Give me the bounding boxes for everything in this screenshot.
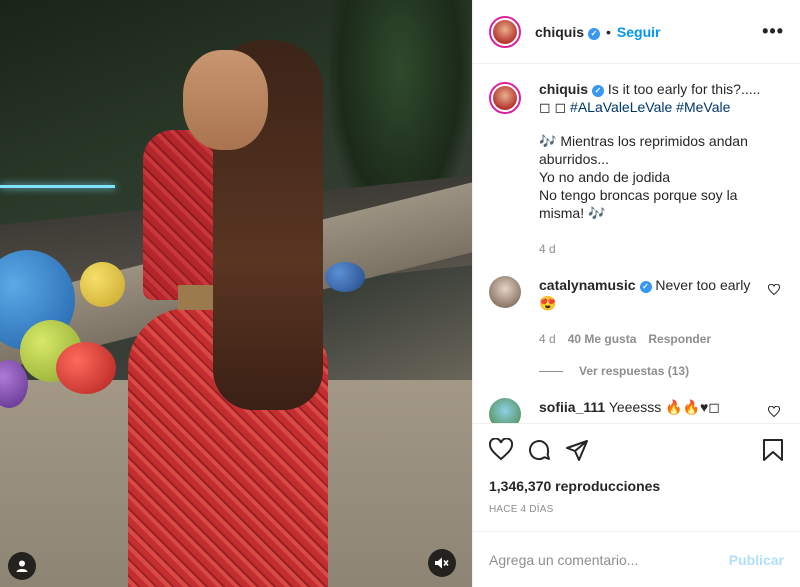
avatar[interactable]	[489, 15, 521, 48]
person	[118, 40, 338, 587]
missing-glyph: ◻	[554, 99, 567, 115]
view-replies-button[interactable]: Ver respuestas (13)	[539, 364, 784, 378]
share-button[interactable]	[565, 438, 589, 467]
missing-glyph: ◻	[539, 99, 551, 115]
replies-line	[539, 370, 563, 372]
comment-meta: 4 d 40 Me gusta Responder	[539, 330, 765, 348]
comment-age[interactable]: 4 d	[539, 332, 556, 346]
avatar[interactable]	[489, 398, 521, 423]
bookmark-icon	[763, 438, 783, 461]
caption-text: Is it too early for this?.....	[607, 81, 761, 97]
save-button[interactable]	[762, 438, 784, 467]
user-tag-icon	[16, 560, 28, 572]
more-options-icon[interactable]: •••	[762, 21, 784, 42]
head	[183, 50, 268, 150]
user-tag-button[interactable]	[8, 552, 36, 580]
comment: catalynamusic ✓ Never too early😍 4 d 40 Me…	[489, 276, 784, 348]
follow-button[interactable]: Seguir	[617, 24, 661, 40]
post-actions: 1,346,370 reproducciones HACE 4 DÍAS	[473, 423, 800, 515]
header-username[interactable]: chiquis ✓	[535, 24, 601, 40]
avatar[interactable]	[489, 82, 521, 114]
verified-icon: ✓	[639, 281, 652, 293]
post-timestamp[interactable]: HACE 4 DÍAS	[489, 504, 784, 515]
caption-body: chiquis ✓ Is it too early for this?..... …	[539, 80, 765, 258]
heart-icon[interactable]	[768, 406, 780, 418]
like-button[interactable]	[488, 436, 514, 467]
add-comment-bar: Publicar	[473, 531, 800, 587]
mute-icon	[435, 557, 449, 569]
heart-icon[interactable]	[768, 284, 780, 296]
comment-button[interactable]	[527, 438, 551, 467]
view-count[interactable]: 1,346,370 reproducciones	[489, 478, 784, 494]
comment-input[interactable]	[489, 551, 729, 568]
comment-username[interactable]: sofiia_111	[539, 399, 605, 415]
comment: sofiia_111 Yeeesss 🔥🔥♥◻	[489, 398, 784, 423]
separator: •	[606, 23, 611, 40]
comments-section[interactable]: chiquis ✓ Is it too early for this?..... …	[473, 64, 800, 423]
reply-button[interactable]: Responder	[648, 332, 711, 346]
comment-body: catalynamusic ✓ Never too early😍 4 d 40 Me…	[539, 276, 765, 348]
comment-body: sofiia_111 Yeeesss 🔥🔥♥◻	[539, 398, 765, 423]
share-icon	[566, 439, 588, 461]
instagram-post-modal: chiquis ✓ • Seguir ••• chiquis ✓ Is it too…	[0, 0, 800, 587]
heart-icon	[488, 436, 514, 460]
balloon	[56, 342, 116, 394]
post-video[interactable]	[0, 0, 472, 587]
comment-username[interactable]: catalynamusic ✓	[539, 277, 652, 293]
verified-icon: ✓	[588, 27, 601, 40]
caption-username[interactable]: chiquis ✓	[539, 81, 605, 97]
mute-button[interactable]	[428, 549, 456, 577]
hashtag-link[interactable]: #ALaValeLeVale	[570, 99, 672, 115]
comment-icon	[529, 439, 550, 460]
caption-age[interactable]: 4 d	[539, 240, 765, 258]
comment-text: Yeeesss 🔥🔥♥◻	[608, 399, 720, 415]
publish-button[interactable]: Publicar	[729, 552, 784, 568]
view-replies-label: Ver respuestas (13)	[579, 364, 690, 378]
caption-lyrics: 🎶 Mientras los reprimidos andan aburrido…	[539, 133, 748, 221]
post-sidebar: chiquis ✓ • Seguir ••• chiquis ✓ Is it too…	[472, 0, 800, 587]
action-icons	[488, 432, 784, 472]
avatar[interactable]	[489, 276, 521, 308]
likes-count[interactable]: 40 Me gusta	[568, 332, 637, 346]
hashtag-link[interactable]: #MeVale	[676, 99, 730, 115]
caption: chiquis ✓ Is it too early for this?..... …	[489, 80, 784, 258]
verified-icon: ✓	[592, 85, 605, 97]
post-header: chiquis ✓ • Seguir •••	[473, 0, 800, 64]
neon-light	[0, 185, 115, 188]
